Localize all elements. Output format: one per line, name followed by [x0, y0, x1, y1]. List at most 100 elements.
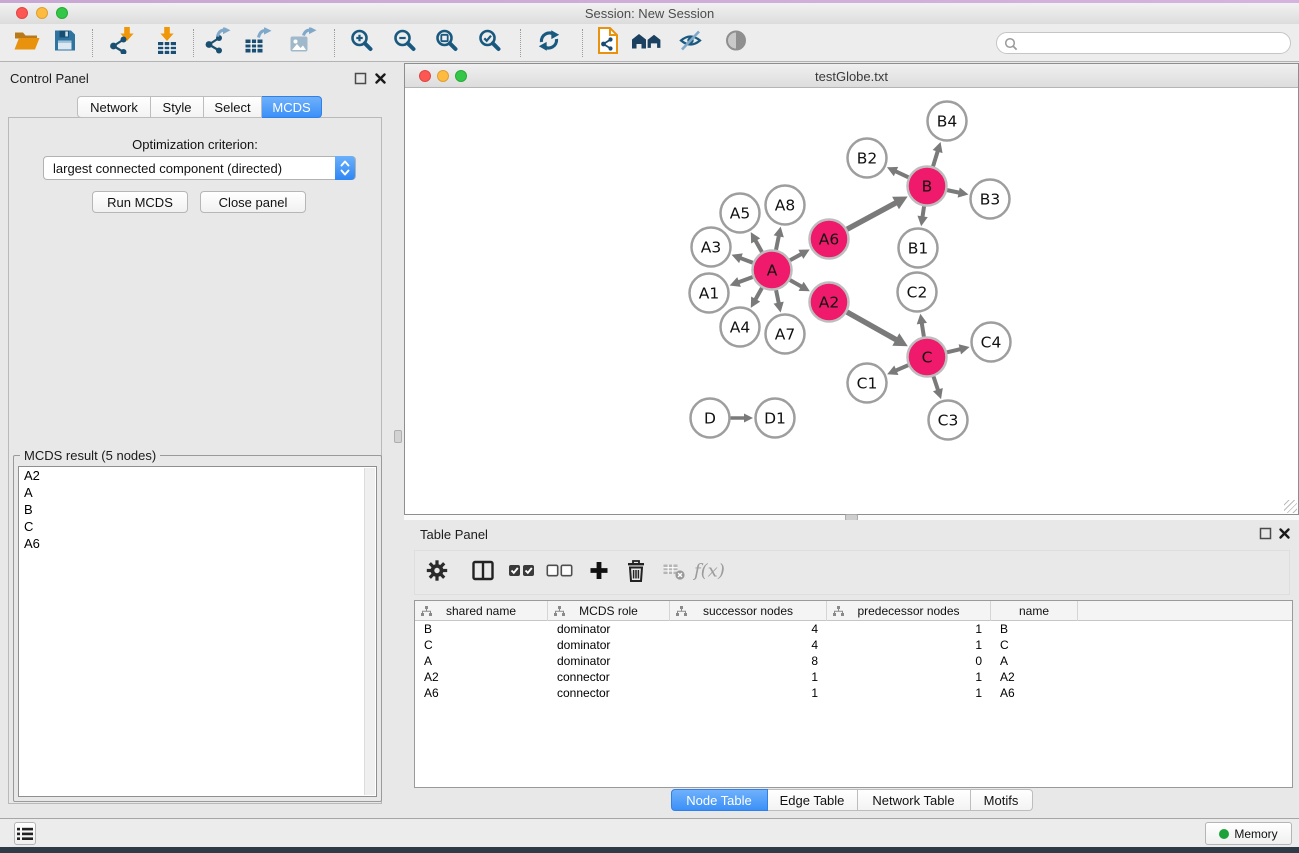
graph-node-B4[interactable]: B4 [928, 102, 967, 141]
zoom-selected-icon[interactable] [478, 29, 502, 58]
table-row[interactable]: Bdominator41B [415, 621, 1292, 637]
cell-predecessor-nodes[interactable]: 1 [827, 669, 991, 685]
cell-shared-name[interactable]: A [415, 653, 548, 669]
memory-button[interactable]: Memory [1205, 822, 1292, 845]
graph-edge-A-A1[interactable] [730, 277, 753, 287]
search-input[interactable] [1021, 34, 1283, 52]
criterion-select[interactable]: largest connected component (directed) [43, 156, 356, 180]
cell-predecessor-nodes[interactable]: 0 [827, 653, 991, 669]
graph-node-B2[interactable]: B2 [848, 139, 887, 178]
close-panel-button[interactable]: Close panel [200, 191, 306, 213]
deselect-all-icon[interactable] [547, 563, 574, 584]
window-resize-grip[interactable] [1284, 500, 1297, 513]
refresh-icon[interactable] [537, 29, 561, 58]
column-header-name[interactable]: name [991, 601, 1078, 621]
cell-name[interactable]: A [991, 653, 1078, 669]
graph-edge-B-B1[interactable] [917, 206, 927, 226]
graph-node-A1[interactable]: A1 [690, 274, 729, 313]
graph-node-C3[interactable]: C3 [929, 401, 968, 440]
column-header-shared-name[interactable]: shared name [415, 601, 548, 621]
export-image-icon[interactable] [290, 28, 317, 59]
show-all-networks-icon[interactable] [631, 30, 663, 57]
graph-node-A[interactable]: A [753, 251, 792, 290]
graph-edge-A-A3[interactable] [732, 253, 753, 263]
graph-node-A7[interactable]: A7 [766, 315, 805, 354]
graph-node-C4[interactable]: C4 [972, 323, 1011, 362]
table-row[interactable]: A2connector11A2 [415, 669, 1292, 685]
cell-shared-name[interactable]: A6 [415, 685, 548, 701]
show-columns-icon[interactable] [471, 559, 495, 588]
graph-edge-B-B3[interactable] [947, 187, 968, 197]
function-builder-icon[interactable]: f(x) [693, 559, 735, 588]
graph-node-B1[interactable]: B1 [899, 229, 938, 268]
graph-edge-D-D1[interactable] [731, 413, 754, 422]
cell-mcds-role[interactable]: connector [548, 669, 670, 685]
graph-node-A6[interactable]: A6 [810, 220, 849, 259]
cell-shared-name[interactable]: B [415, 621, 548, 637]
tab-style[interactable]: Style [151, 96, 204, 118]
cell-name[interactable]: B [991, 621, 1078, 637]
tab-mcds[interactable]: MCDS [262, 96, 322, 118]
tab-edge-table[interactable]: Edge Table [768, 789, 858, 811]
table-row[interactable]: A6connector11A6 [415, 685, 1292, 701]
graph-edge-A2-C[interactable] [847, 312, 908, 346]
cell-successor-nodes[interactable]: 4 [670, 637, 827, 653]
network-canvas[interactable]: B4B2BB3A8A5A6A3B1AC2A1A2A4A7C4CC1DD1C3 [405, 89, 1298, 514]
show-task-history-button[interactable] [14, 822, 36, 845]
cell-predecessor-nodes[interactable]: 1 [827, 685, 991, 701]
open-session-icon[interactable] [13, 29, 41, 58]
run-mcds-button[interactable]: Run MCDS [92, 191, 188, 213]
graph-edge-B-B4[interactable] [933, 142, 943, 166]
graph-edge-A-A2[interactable] [790, 280, 810, 291]
zoom-out-icon[interactable] [393, 29, 417, 58]
float-table-panel-icon[interactable] [1259, 527, 1273, 541]
scrollbar-track[interactable] [364, 468, 375, 795]
graph-edge-B-B2[interactable] [887, 167, 908, 178]
delete-row-trash-icon[interactable] [625, 559, 647, 588]
cell-successor-nodes[interactable]: 4 [670, 621, 827, 637]
cell-mcds-role[interactable]: dominator [548, 653, 670, 669]
mcds-result-item[interactable]: A [19, 484, 376, 501]
save-session-icon[interactable] [53, 29, 77, 58]
show-graphics-details-icon[interactable] [724, 29, 748, 58]
graph-edge-C-C4[interactable] [947, 344, 970, 354]
cell-name[interactable]: A2 [991, 669, 1078, 685]
table-row[interactable]: Cdominator41C [415, 637, 1292, 653]
graph-node-A3[interactable]: A3 [692, 228, 731, 267]
network-file-icon[interactable] [596, 27, 620, 60]
cell-predecessor-nodes[interactable]: 1 [827, 637, 991, 653]
network-graph[interactable]: B4B2BB3A8A5A6A3B1AC2A1A2A4A7C4CC1DD1C3 [405, 89, 1298, 514]
graph-edge-C-C3[interactable] [933, 376, 943, 399]
cell-shared-name[interactable]: A2 [415, 669, 548, 685]
graph-edge-A-A7[interactable] [774, 290, 784, 312]
close-table-panel-icon[interactable] [1278, 527, 1292, 541]
column-header-mcds-role[interactable]: MCDS role [548, 601, 670, 621]
hide-graphics-details-icon[interactable] [679, 29, 703, 58]
cell-successor-nodes[interactable]: 1 [670, 669, 827, 685]
graph-edge-A-A5[interactable] [751, 232, 762, 252]
cell-mcds-role[interactable]: dominator [548, 637, 670, 653]
add-row-icon[interactable] [587, 559, 611, 588]
graph-node-C1[interactable]: C1 [848, 364, 887, 403]
graph-node-B[interactable]: B [908, 167, 947, 206]
graph-edge-C-C1[interactable] [887, 365, 908, 375]
cell-successor-nodes[interactable]: 8 [670, 653, 827, 669]
tab-node-table[interactable]: Node Table [671, 789, 768, 811]
graph-node-B3[interactable]: B3 [971, 180, 1010, 219]
delete-table-icon[interactable] [663, 560, 686, 587]
column-header-predecessor-nodes[interactable]: predecessor nodes [827, 601, 991, 621]
graph-node-A5[interactable]: A5 [721, 194, 760, 233]
cell-mcds-role[interactable]: dominator [548, 621, 670, 637]
graph-node-A8[interactable]: A8 [766, 186, 805, 225]
tab-select[interactable]: Select [204, 96, 262, 118]
float-panel-icon[interactable] [354, 72, 368, 86]
graph-edge-A-A4[interactable] [751, 288, 762, 308]
select-all-icon[interactable] [509, 563, 536, 584]
cell-predecessor-nodes[interactable]: 1 [827, 621, 991, 637]
graph-edge-C-C2[interactable] [917, 314, 927, 337]
mcds-result-item[interactable]: C [19, 518, 376, 535]
graph-edge-A-A8[interactable] [774, 227, 784, 250]
graph-edge-A6-B[interactable] [847, 196, 908, 229]
mcds-result-item[interactable]: B [19, 501, 376, 518]
column-header-successor-nodes[interactable]: successor nodes [670, 601, 827, 621]
